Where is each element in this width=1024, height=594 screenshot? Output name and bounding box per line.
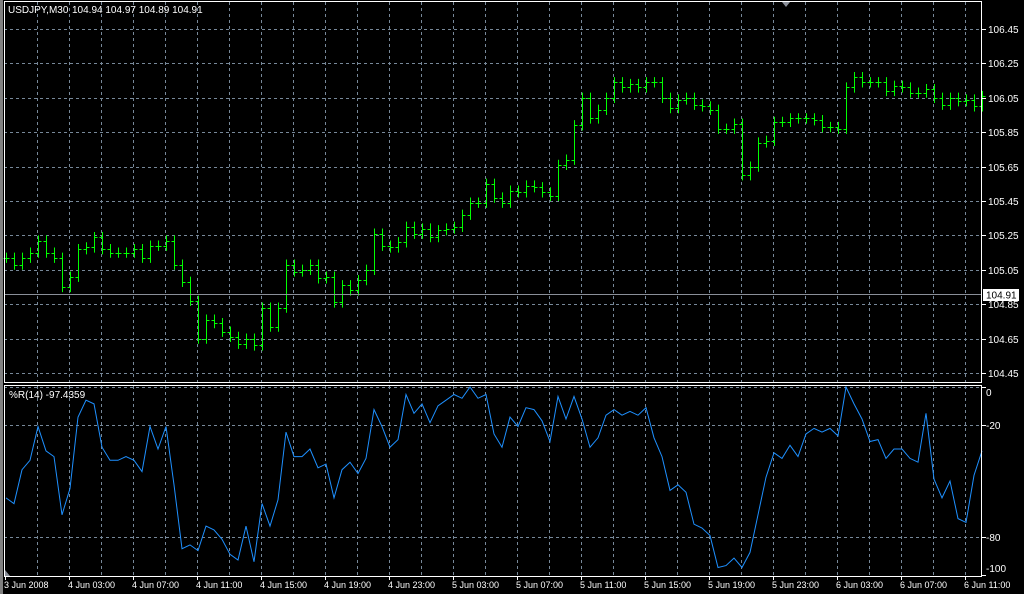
price-axis-label: 105.45 — [988, 197, 1019, 208]
symbol-label: USDJPY,M30 — [8, 5, 69, 16]
time-axis-label: 5 Jun 23:00 — [772, 580, 819, 590]
price-axis-label: 104.85 — [988, 300, 1019, 311]
indicator-axis-label: -20 — [986, 421, 1001, 432]
price-axis-label: 105.05 — [988, 266, 1019, 277]
price-axis-label: 105.65 — [988, 163, 1019, 174]
price-axis-label: 106.45 — [988, 25, 1019, 36]
time-axis-label: 4 Jun 07:00 — [132, 580, 179, 590]
time-axis-label: 5 Jun 19:00 — [708, 580, 755, 590]
time-axis-label: 6 Jun 03:00 — [836, 580, 883, 590]
current-price-label: 104.91 — [986, 291, 1017, 302]
time-axis-label: 4 Jun 03:00 — [68, 580, 115, 590]
time-axis-label: 6 Jun 11:00 — [964, 580, 1010, 590]
time-axis-label: 4 Jun 15:00 — [260, 580, 307, 590]
price-axis-label: 105.25 — [988, 231, 1019, 242]
time-axis-label: 4 Jun 23:00 — [388, 580, 435, 590]
time-axis-label: 6 Jun 07:00 — [900, 580, 947, 590]
price-axis-label: 105.85 — [988, 128, 1019, 139]
trading-chart[interactable]: 106.45 106.25 106.05 105.85 105.65 105.45 105.… — [0, 0, 1024, 594]
indicator-axis-label: -100 — [986, 564, 1006, 575]
price-axis-label: 104.65 — [988, 335, 1019, 346]
ohlc-readout: 104.94 104.97 104.89 104.91 — [72, 5, 203, 16]
price-axis-label: 104.45 — [988, 369, 1019, 380]
chart-background — [0, 0, 1024, 594]
time-axis-label: 4 Jun 11:00 — [196, 580, 242, 590]
time-axis-label: 5 Jun 11:00 — [580, 580, 626, 590]
window-edge — [0, 0, 3, 594]
time-axis-label: 5 Jun 15:00 — [644, 580, 691, 590]
price-axis-label: 106.05 — [988, 94, 1019, 105]
indicator-title: %R(14) -97.4359 — [9, 390, 86, 401]
time-axis-label: 5 Jun 07:00 — [516, 580, 563, 590]
indicator-axis-label: 0 — [986, 388, 992, 399]
time-axis-label: 4 Jun 19:00 — [324, 580, 371, 590]
indicator-axis-label: -80 — [986, 533, 1001, 544]
time-axis-label: 3 Jun 2008 — [4, 580, 49, 590]
price-axis-label: 106.25 — [988, 59, 1019, 70]
time-axis-label: 5 Jun 03:00 — [452, 580, 499, 590]
